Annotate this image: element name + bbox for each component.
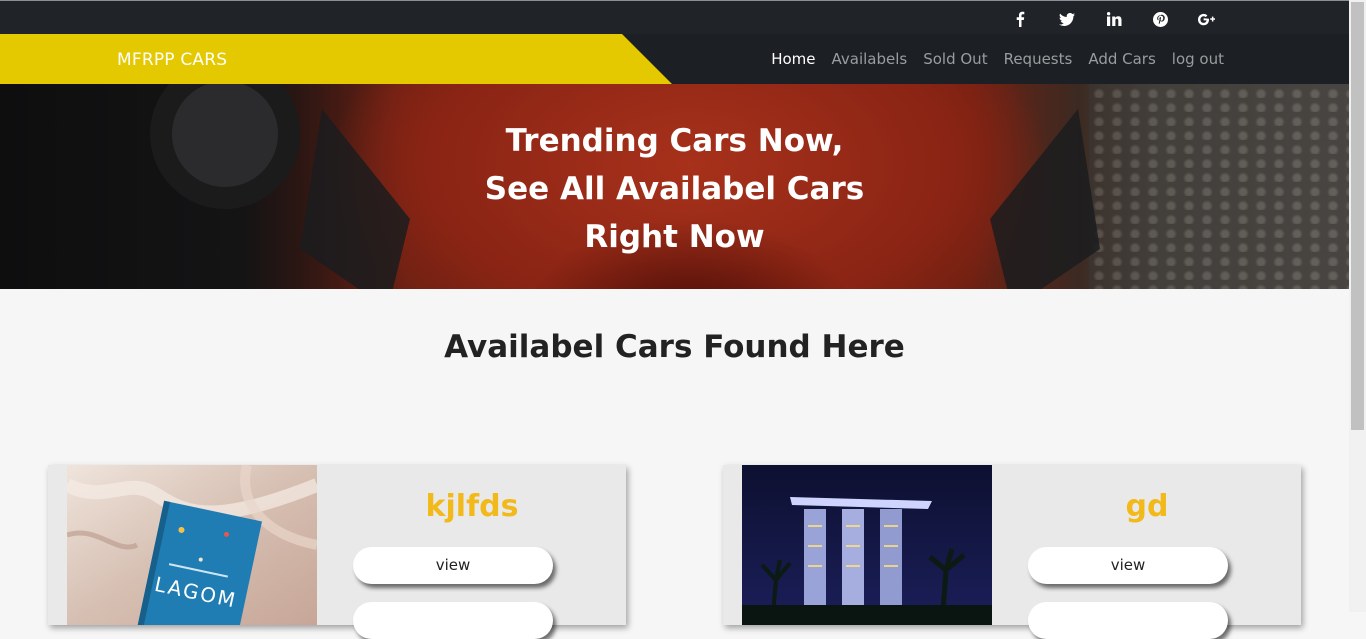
navbar: MFRPP CARS Home Availabels Sold Out Requ… [0, 34, 1349, 84]
car-card: gd view [723, 465, 1301, 639]
google-plus-icon[interactable] [1196, 10, 1218, 28]
brand-logo-link[interactable]: MFRPP CARS [117, 34, 227, 84]
hero-line-3: Right Now [584, 219, 765, 255]
main-nav: Home Availabels Sold Out Requests Add Ca… [771, 34, 1224, 84]
view-button[interactable]: view [1028, 547, 1228, 584]
secondary-button[interactable] [1028, 602, 1228, 639]
car-title: kjlfds [425, 489, 519, 524]
section-title: Availabel Cars Found Here [444, 329, 905, 365]
car-image[interactable] [742, 465, 992, 625]
twitter-icon[interactable] [1056, 10, 1078, 28]
hero-line-2: See All Availabel Cars [484, 171, 865, 207]
secondary-button[interactable] [353, 602, 553, 639]
nav-home[interactable]: Home [771, 50, 815, 68]
nav-requests[interactable]: Requests [1004, 50, 1073, 68]
facebook-icon[interactable] [1009, 10, 1031, 28]
hero-banner: Trending Cars Now, See All Availabel Car… [0, 84, 1349, 289]
nav-add-cars[interactable]: Add Cars [1088, 50, 1155, 68]
pinterest-icon[interactable] [1149, 10, 1171, 28]
hero-line-1: Trending Cars Now, [505, 123, 844, 159]
car-image[interactable]: LAGOM [67, 465, 317, 625]
nav-sold-out[interactable]: Sold Out [923, 50, 987, 68]
brand-banner [0, 34, 672, 84]
linkedin-icon[interactable] [1103, 10, 1125, 28]
view-button[interactable]: view [353, 547, 553, 584]
hero-heading: Trending Cars Now, See All Availabel Car… [0, 117, 1349, 261]
scrollbar-thumb[interactable] [1351, 2, 1364, 430]
car-title: gd [1125, 489, 1169, 524]
nav-log-out[interactable]: log out [1172, 50, 1224, 68]
social-bar [0, 1, 1349, 34]
nav-availabels[interactable]: Availabels [832, 50, 908, 68]
car-card: LAGOM kjlfds view [48, 465, 626, 639]
